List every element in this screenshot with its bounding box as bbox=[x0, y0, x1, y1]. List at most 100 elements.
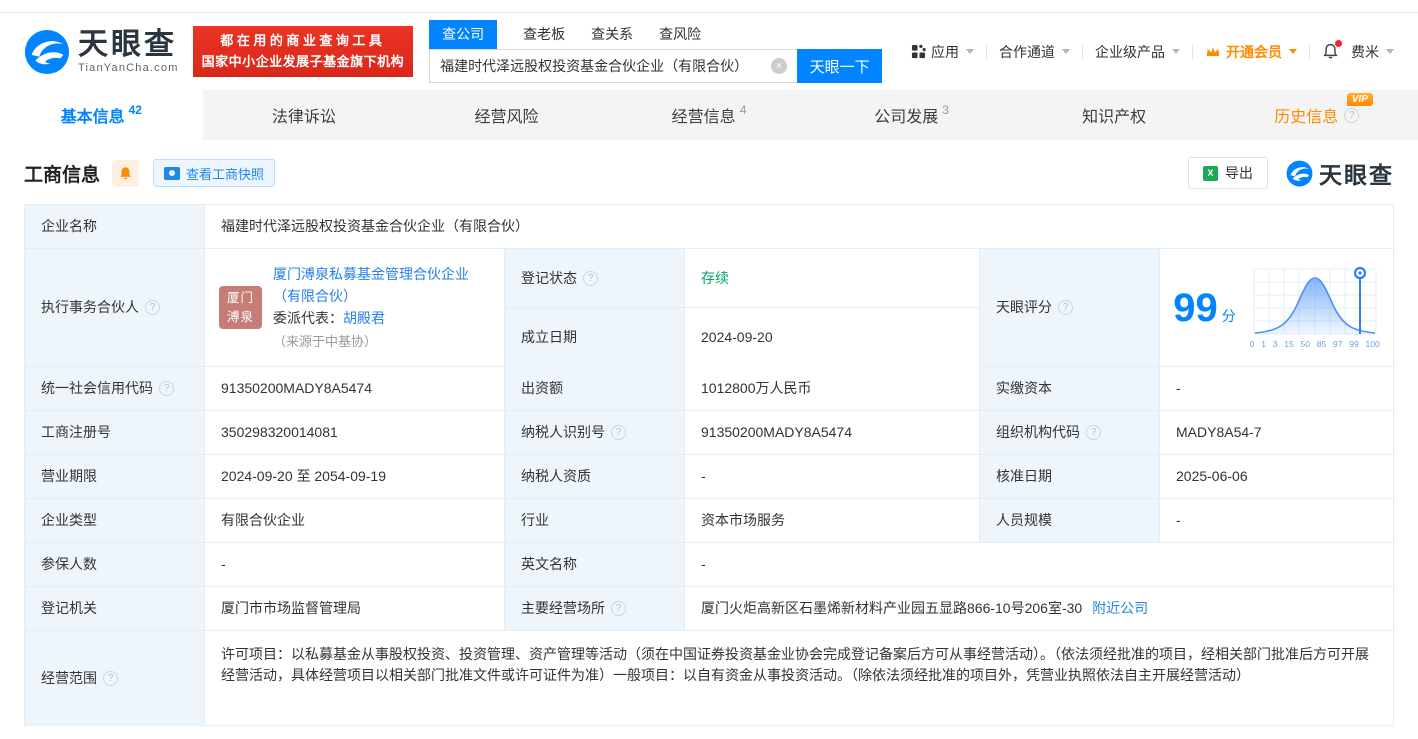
tab-business-info[interactable]: 经营信息 4 bbox=[608, 90, 811, 140]
tab-operational-risk[interactable]: 经营风险 bbox=[405, 90, 608, 140]
field-insured-count-value: - bbox=[205, 543, 505, 587]
field-paid-capital-value: - bbox=[1160, 367, 1393, 411]
field-score-label: 天眼评分 ? bbox=[980, 249, 1160, 367]
camera-icon bbox=[164, 167, 180, 180]
tab-history-info[interactable]: 历史信息 ? VIP bbox=[1215, 90, 1418, 140]
business-registration-table: 企业名称 福建时代泽远股权投资基金合伙企业（有限合伙） 执行事务合伙人 ? 厦门… bbox=[24, 204, 1394, 726]
field-capital-label: 出资额 bbox=[505, 367, 685, 411]
monitor-bell-button[interactable] bbox=[112, 160, 139, 187]
field-approval-date-label: 核准日期 bbox=[980, 455, 1160, 499]
field-org-code-label: 组织机构代码 ? bbox=[980, 411, 1160, 455]
field-english-name-value: - bbox=[685, 543, 1393, 587]
help-icon[interactable]: ? bbox=[1058, 300, 1073, 315]
tianyancha-logo[interactable]: 天眼查 TianYanCha.com bbox=[24, 29, 179, 75]
field-executive-partner-value: 厦门 溥泉 厦门溥泉私募基金管理合伙企业（有限合伙） 委派代表：胡殿君 （来源于… bbox=[205, 249, 505, 367]
help-icon[interactable]: ? bbox=[611, 601, 626, 616]
help-icon[interactable]: ? bbox=[1086, 425, 1101, 440]
notification-badge bbox=[1335, 40, 1342, 47]
nearby-companies-link[interactable]: 附近公司 bbox=[1092, 598, 1148, 619]
field-reg-number-value: 350298320014081 bbox=[205, 411, 505, 455]
clear-search-icon[interactable]: × bbox=[771, 58, 787, 74]
search-block: 查公司 查老板 查关系 查风险 × 天眼一下 bbox=[429, 20, 882, 83]
field-business-scope-value: 许可项目：以私募基金从事股权投资、投资管理、资产管理等活动（须在中国证券投资基金… bbox=[205, 631, 1393, 725]
search-tab-company[interactable]: 查公司 bbox=[429, 20, 497, 49]
slogan-banner: 都在用的商业查询工具 国家中小企业发展子基金旗下机构 bbox=[193, 26, 414, 76]
score-distribution-chart: 01 315 5085 9799 100 bbox=[1250, 265, 1380, 351]
tab-company-development[interactable]: 公司发展 3 bbox=[810, 90, 1013, 140]
bell-icon bbox=[118, 166, 133, 181]
search-tab-boss[interactable]: 查老板 bbox=[523, 20, 565, 49]
field-taxpayer-id-value: 91350200MADY8A5474 bbox=[685, 411, 980, 455]
tab-count: 3 bbox=[942, 103, 949, 117]
partner-company-link[interactable]: 厦门溥泉私募基金管理合伙企业（有限合伙） bbox=[273, 266, 469, 304]
field-taxpayer-quality-value: - bbox=[685, 455, 980, 499]
field-reg-authority-value: 厦门市市场监督管理局 bbox=[205, 587, 505, 631]
search-button[interactable]: 天眼一下 bbox=[797, 49, 882, 83]
field-staff-size-value: - bbox=[1160, 499, 1393, 543]
field-business-term-value: 2024-09-20 至 2054-09-19 bbox=[205, 455, 505, 499]
help-icon[interactable]: ? bbox=[611, 425, 626, 440]
help-icon[interactable]: ? bbox=[145, 300, 160, 315]
field-business-term-label: 营业期限 bbox=[25, 455, 205, 499]
divider bbox=[1309, 45, 1310, 59]
partner-avatar[interactable]: 厦门 溥泉 bbox=[219, 286, 262, 329]
help-icon[interactable]: ? bbox=[103, 671, 118, 686]
tab-intellectual-property[interactable]: 知识产权 bbox=[1013, 90, 1216, 140]
export-button[interactable]: X 导出 bbox=[1188, 157, 1268, 189]
top-strip bbox=[0, 0, 1418, 13]
vip-badge: VIP bbox=[1347, 93, 1373, 106]
search-tabs: 查公司 查老板 查关系 查风险 bbox=[429, 20, 882, 49]
field-approval-date-value: 2025-06-06 bbox=[1160, 455, 1393, 499]
score-unit: 分 bbox=[1222, 308, 1236, 324]
watermark-logo: 天眼查 bbox=[1286, 156, 1394, 190]
menu-open-vip[interactable]: 开通会员 bbox=[1205, 42, 1297, 62]
chevron-down-icon bbox=[1172, 49, 1180, 54]
field-capital-value: 1012800万人民币 bbox=[685, 367, 980, 411]
menu-apps[interactable]: 应用 bbox=[911, 42, 974, 62]
logo-brand-text: 天眼查 bbox=[78, 30, 179, 60]
representative-link[interactable]: 胡殿君 bbox=[343, 310, 385, 326]
field-company-name-value: 福建时代泽远股权投资基金合伙企业（有限合伙） bbox=[205, 205, 1393, 249]
field-taxpayer-quality-label: 纳税人资质 bbox=[505, 455, 685, 499]
field-industry-label: 行业 bbox=[505, 499, 685, 543]
field-insured-count-label: 参保人数 bbox=[25, 543, 205, 587]
divider bbox=[1082, 45, 1083, 59]
score-axis-labels: 01 315 5085 9799 100 bbox=[1250, 338, 1380, 351]
search-tab-relation[interactable]: 查关系 bbox=[591, 20, 633, 49]
top-menu: 应用 合作通道 企业级产品 开通会员 bbox=[911, 42, 1394, 62]
field-business-place-label: 主要经营场所 ? bbox=[505, 587, 685, 631]
tab-basic-info[interactable]: 基本信息 42 bbox=[0, 90, 203, 140]
rep-source-note: （来源于中基协） bbox=[273, 334, 377, 349]
menu-enterprise-products[interactable]: 企业级产品 bbox=[1095, 42, 1180, 62]
business-info-section-header: 工商信息 查看工商快照 X 导出 天眼查 bbox=[0, 140, 1418, 202]
search-input[interactable] bbox=[429, 49, 797, 83]
help-icon[interactable]: ? bbox=[159, 381, 174, 396]
help-icon[interactable]: ? bbox=[1344, 108, 1359, 123]
field-company-name-label: 企业名称 bbox=[25, 205, 205, 249]
tab-count: 4 bbox=[740, 103, 747, 117]
score-number: 99 bbox=[1173, 286, 1218, 330]
notifications-bell-icon[interactable] bbox=[1322, 43, 1339, 60]
menu-partner-channel[interactable]: 合作通道 bbox=[999, 42, 1070, 62]
divider bbox=[986, 45, 987, 59]
company-nav-tabs: 基本信息 42 法律诉讼 经营风险 经营信息 4 公司发展 3 知识产权 历史信… bbox=[0, 90, 1418, 140]
field-business-place-value: 厦门火炬高新区石墨烯新材料产业园五显路866-10号206室-30 附近公司 bbox=[685, 587, 1393, 631]
field-company-type-label: 企业类型 bbox=[25, 499, 205, 543]
tab-legal-litigation[interactable]: 法律诉讼 bbox=[203, 90, 406, 140]
field-executive-partner-label: 执行事务合伙人 ? bbox=[25, 249, 205, 367]
field-establish-date-value: 2024-09-20 bbox=[685, 308, 979, 367]
field-business-scope-label: 经营范围 ? bbox=[25, 631, 205, 725]
view-snapshot-button[interactable]: 查看工商快照 bbox=[153, 159, 275, 187]
field-reg-status-value: 存续 bbox=[685, 249, 979, 308]
field-reg-status-label: 登记状态 ? bbox=[505, 249, 685, 308]
apps-grid-icon bbox=[911, 44, 926, 59]
menu-user-account[interactable]: 费米 bbox=[1351, 42, 1394, 62]
help-icon[interactable]: ? bbox=[583, 271, 598, 286]
field-reg-number-label: 工商注册号 bbox=[25, 411, 205, 455]
field-industry-value: 资本市场服务 bbox=[685, 499, 980, 543]
search-tab-risk[interactable]: 查风险 bbox=[659, 20, 701, 49]
field-score-value: 99 分 bbox=[1160, 249, 1393, 367]
chevron-down-icon bbox=[1289, 49, 1297, 54]
crown-icon bbox=[1205, 45, 1221, 59]
chevron-down-icon bbox=[966, 49, 974, 54]
